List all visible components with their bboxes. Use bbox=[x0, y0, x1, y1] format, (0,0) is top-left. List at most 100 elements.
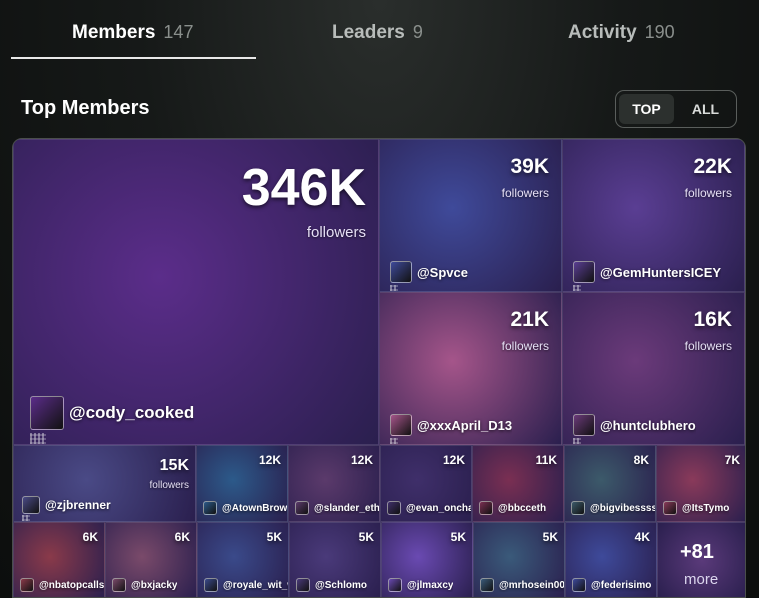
toggle-top-button[interactable]: TOP bbox=[619, 94, 674, 124]
follower-count: 6K bbox=[174, 530, 190, 544]
qr-code-icon bbox=[390, 285, 398, 291]
followers-label: followers bbox=[501, 186, 549, 200]
username-text: @bxjacky bbox=[131, 579, 178, 591]
member-username[interactable]: @mrhosein00 bbox=[480, 578, 564, 592]
member-tile[interactable]: 5K @royale_wit_w bbox=[197, 522, 289, 597]
username-text: @bigvibessss bbox=[590, 502, 655, 514]
username-text: @federisimo bbox=[591, 579, 652, 591]
member-username[interactable]: @bxjacky bbox=[112, 578, 177, 592]
username-text: @nbatopcalls bbox=[39, 579, 104, 591]
avatar bbox=[387, 501, 401, 515]
member-tile[interactable]: 39K followers @Spvce bbox=[379, 139, 562, 292]
member-tile[interactable]: 5K @Schlomo bbox=[289, 522, 381, 597]
username-text: @GemHuntersICEY bbox=[600, 264, 722, 280]
avatar bbox=[572, 578, 586, 592]
avatar bbox=[204, 578, 218, 592]
more-label: more bbox=[684, 571, 719, 588]
member-username[interactable]: @AtownBrow bbox=[203, 501, 287, 515]
username-text: @AtownBrow bbox=[222, 502, 287, 514]
avatar bbox=[203, 501, 217, 515]
member-username[interactable]: @federisimo bbox=[572, 578, 651, 592]
tab-leaders[interactable]: Leaders 9 bbox=[332, 22, 423, 44]
member-tile[interactable]: 5K @mrhosein00 bbox=[473, 522, 565, 597]
member-username[interactable]: @GemHuntersICEY bbox=[573, 261, 721, 283]
member-username[interactable]: @bbcceth bbox=[479, 501, 546, 515]
member-username[interactable]: @Schlomo bbox=[296, 578, 367, 592]
member-username[interactable]: @huntclubhero bbox=[573, 414, 696, 436]
qr-code-icon bbox=[573, 285, 581, 291]
tab-members[interactable]: Members 147 bbox=[72, 22, 193, 44]
avatar bbox=[390, 261, 412, 283]
follower-count: 15K bbox=[159, 457, 189, 474]
member-tile[interactable]: 12K @slander_eth bbox=[288, 445, 380, 522]
qr-code-icon bbox=[573, 438, 581, 444]
member-tile[interactable]: 6K @nbatopcalls bbox=[13, 522, 105, 597]
avatar bbox=[663, 501, 677, 515]
member-tile[interactable]: 5K @jlmaxcy bbox=[381, 522, 473, 597]
username-text: @mrhosein00 bbox=[499, 579, 564, 591]
more-count: +81 bbox=[680, 541, 714, 563]
username-text: @evan_oncha bbox=[406, 502, 471, 514]
toggle-all-button[interactable]: ALL bbox=[678, 94, 733, 124]
member-tile[interactable]: 12K @evan_oncha bbox=[380, 445, 472, 522]
member-username[interactable]: @xxxApril_D13 bbox=[390, 414, 512, 436]
qr-code-icon bbox=[22, 515, 30, 521]
member-tile[interactable]: 21K followers @xxxApril_D13 bbox=[379, 292, 562, 445]
member-tile[interactable]: 8K @bigvibessss bbox=[564, 445, 656, 522]
member-tile[interactable]: 16K followers @huntclubhero bbox=[562, 292, 745, 445]
avatar bbox=[573, 261, 595, 283]
qr-code-icon bbox=[30, 433, 46, 444]
member-tile[interactable]: 6K @bxjacky bbox=[105, 522, 197, 597]
follower-count: 4K bbox=[634, 530, 650, 544]
sort-toggle: TOP ALL bbox=[615, 90, 737, 128]
member-username[interactable]: @zjbrenner bbox=[22, 496, 111, 514]
username-text: @zjbrenner bbox=[45, 498, 111, 512]
member-username[interactable]: @royale_wit_w bbox=[204, 578, 288, 592]
member-username[interactable]: @Spvce bbox=[390, 261, 468, 283]
member-username[interactable]: @cody_cooked bbox=[30, 396, 194, 430]
username-text: @slander_eth bbox=[314, 502, 379, 514]
followers-label: followers bbox=[306, 224, 366, 241]
follower-count: 12K bbox=[442, 453, 465, 467]
avatar bbox=[112, 578, 126, 592]
member-tile[interactable]: 11K @bbcceth bbox=[472, 445, 564, 522]
member-tile[interactable]: 15K followers @zjbrenner bbox=[13, 445, 196, 522]
follower-count: 5K bbox=[450, 530, 466, 544]
member-tile[interactable]: 346K followers @cody_cooked bbox=[13, 139, 379, 445]
member-username[interactable]: @jlmaxcy bbox=[388, 578, 453, 592]
more-members-tile[interactable]: +81 more bbox=[657, 522, 745, 597]
member-tile[interactable]: 4K @federisimo bbox=[565, 522, 657, 597]
username-text: @bbcceth bbox=[498, 502, 547, 514]
avatar bbox=[573, 414, 595, 436]
follower-count: 8K bbox=[633, 453, 649, 467]
follower-count: 5K bbox=[542, 530, 558, 544]
tab-label: Activity bbox=[568, 22, 637, 43]
member-username[interactable]: @bigvibessss bbox=[571, 501, 655, 515]
tab-activity[interactable]: Activity 190 bbox=[568, 22, 675, 44]
member-username[interactable]: @nbatopcalls bbox=[20, 578, 104, 592]
avatar bbox=[295, 501, 309, 515]
username-text: @xxxApril_D13 bbox=[417, 417, 513, 433]
followers-label: followers bbox=[149, 480, 189, 491]
member-tile[interactable]: 12K @AtownBrow bbox=[196, 445, 288, 522]
members-grid: 346K followers @cody_cooked 39K followers @Sp… bbox=[12, 138, 746, 598]
member-username[interactable]: @evan_oncha bbox=[387, 501, 471, 515]
follower-count: 22K bbox=[693, 155, 732, 178]
avatar bbox=[479, 501, 493, 515]
qr-code-icon bbox=[390, 438, 398, 444]
tab-count: 9 bbox=[412, 22, 423, 42]
followers-label: followers bbox=[501, 339, 549, 353]
member-username[interactable]: @slander_eth bbox=[295, 501, 379, 515]
follower-count: 16K bbox=[693, 308, 732, 331]
avatar bbox=[390, 414, 412, 436]
avatar bbox=[571, 501, 585, 515]
member-username[interactable]: @ItsTymo bbox=[663, 501, 729, 515]
followers-label: followers bbox=[684, 339, 732, 353]
username-text: @Schlomo bbox=[315, 579, 367, 591]
follower-count: 12K bbox=[258, 453, 281, 467]
username-text: @Spvce bbox=[417, 264, 468, 280]
member-tile[interactable]: 22K followers @GemHuntersICEY bbox=[562, 139, 745, 292]
member-tile[interactable]: 7K @ItsTymo bbox=[656, 445, 745, 522]
avatar bbox=[30, 396, 64, 430]
follower-count: 11K bbox=[535, 453, 557, 467]
